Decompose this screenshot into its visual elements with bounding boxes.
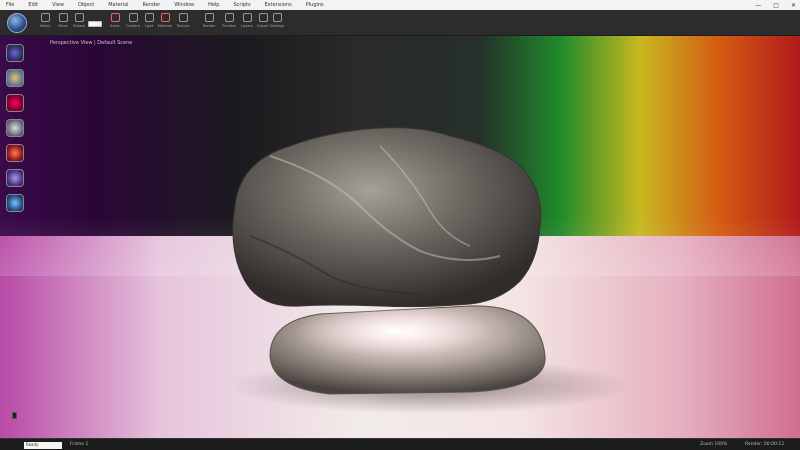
rock-glow bbox=[295, 305, 495, 357]
menu-window[interactable]: Window bbox=[174, 2, 194, 8]
status-frame: Frame 1 bbox=[70, 442, 89, 447]
tool-light[interactable]: Light bbox=[142, 13, 156, 28]
tool-preview[interactable]: Preview bbox=[222, 13, 236, 28]
dock-effects-icon[interactable] bbox=[6, 169, 24, 187]
tool-camera[interactable]: Camera bbox=[126, 13, 140, 28]
tool-render[interactable]: Render bbox=[202, 13, 216, 28]
render-icon bbox=[204, 13, 214, 22]
menu-material[interactable]: Material bbox=[108, 2, 128, 8]
tool-layers[interactable]: Layers bbox=[240, 13, 254, 28]
dock-lights-icon[interactable] bbox=[6, 119, 24, 137]
tool-export[interactable]: Export bbox=[256, 13, 270, 28]
dock-objects-icon[interactable] bbox=[6, 69, 24, 87]
status-render-time: Render: 00:00:12 bbox=[745, 442, 785, 447]
menu-view[interactable]: View bbox=[52, 2, 64, 8]
tool-texture[interactable]: Texture bbox=[176, 13, 190, 28]
dock-scene-icon[interactable] bbox=[6, 44, 24, 62]
light-icon bbox=[144, 13, 154, 22]
maximize-button[interactable]: □ bbox=[773, 2, 779, 9]
tool-move[interactable]: Move bbox=[56, 13, 70, 28]
status-bar: Ready Frame 1 Zoom 100% Render: 00:00:12 bbox=[0, 438, 800, 450]
preview-icon bbox=[224, 13, 234, 22]
menu-object[interactable]: Object bbox=[78, 2, 94, 8]
move-icon bbox=[58, 13, 68, 22]
status-command-field[interactable]: Ready bbox=[24, 442, 62, 449]
rock-model[interactable] bbox=[0, 36, 800, 438]
menu-plugins[interactable]: Plugins bbox=[306, 2, 324, 8]
dock-textures-icon[interactable] bbox=[6, 144, 24, 162]
toolbar: Select Move Rotate Scale Camera Light Ma… bbox=[0, 10, 800, 36]
menu-bar: File Edit View Object Material Render Wi… bbox=[0, 0, 800, 10]
menu-scripts[interactable]: Scripts bbox=[233, 2, 250, 8]
tool-material[interactable]: Material bbox=[158, 13, 172, 28]
dock-materials-icon[interactable] bbox=[6, 94, 24, 112]
left-dock bbox=[6, 44, 26, 212]
menu-extensions[interactable]: Extensions bbox=[265, 2, 292, 8]
menu-help[interactable]: Help bbox=[208, 2, 219, 8]
tool-scale[interactable]: Scale bbox=[108, 13, 122, 28]
camera-icon bbox=[128, 13, 138, 22]
scale-icon bbox=[110, 13, 120, 22]
layers-icon bbox=[242, 13, 252, 22]
menu-render[interactable]: Render bbox=[143, 2, 161, 8]
rock-top bbox=[232, 127, 542, 308]
dock-collapse-button[interactable] bbox=[12, 412, 17, 419]
app-logo-icon[interactable] bbox=[7, 13, 27, 33]
viewport-label: Perspective View | Default Scene bbox=[50, 40, 133, 46]
texture-icon bbox=[178, 13, 188, 22]
gear-icon bbox=[272, 13, 282, 22]
toolbar-value-input[interactable] bbox=[88, 21, 102, 27]
rotate-icon bbox=[74, 13, 84, 22]
material-icon bbox=[160, 13, 170, 22]
status-zoom: Zoom 100% bbox=[700, 442, 728, 447]
export-icon bbox=[258, 13, 268, 22]
window-controls: — □ ✕ bbox=[755, 0, 796, 10]
menu-file[interactable]: File bbox=[6, 2, 14, 8]
tool-select[interactable]: Select bbox=[38, 13, 52, 28]
render-viewport[interactable]: Perspective View | Default Scene bbox=[0, 36, 800, 438]
close-button[interactable]: ✕ bbox=[791, 2, 796, 9]
tool-settings[interactable]: Settings bbox=[270, 13, 284, 28]
tool-rotate[interactable]: Rotate bbox=[72, 13, 86, 28]
dock-output-icon[interactable] bbox=[6, 194, 24, 212]
minimize-button[interactable]: — bbox=[755, 2, 761, 9]
menu-edit[interactable]: Edit bbox=[28, 2, 38, 8]
cursor-icon bbox=[40, 13, 50, 22]
